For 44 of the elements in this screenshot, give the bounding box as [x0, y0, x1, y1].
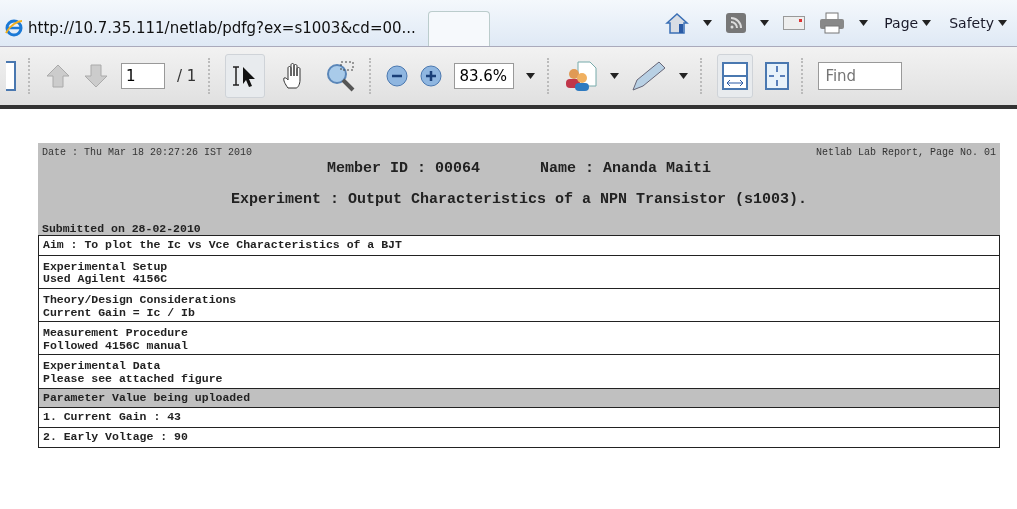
page-icon[interactable]	[6, 61, 16, 91]
home-icon[interactable]	[665, 12, 690, 34]
parameter-header: Parameter Value being uploaded	[39, 388, 999, 409]
section-body: Used Agilent 4156C	[43, 273, 169, 286]
pen-icon[interactable]	[631, 60, 668, 92]
caret-icon[interactable]	[679, 73, 689, 79]
report-page-label: Netlab Lab Report, Page No. 01	[815, 147, 996, 158]
menu-button[interactable]: Safety	[947, 13, 1009, 33]
feed-icon[interactable]	[726, 13, 747, 33]
section-body: Followed 4156C manual	[43, 339, 189, 353]
browser-tab[interactable]: http://10.7.35.111/netlab/pdfg?ex=s1003&cd=00...	[4, 10, 424, 46]
section-body: Current Gain = Ic / Ib	[43, 306, 196, 320]
caret-icon[interactable]	[859, 20, 869, 26]
fit-page-icon[interactable]	[765, 62, 790, 90]
people-document-icon[interactable]	[564, 60, 599, 92]
menu-button[interactable]: Page	[882, 13, 934, 33]
submitted-date: Submitted on 28-02-2010	[42, 222, 201, 235]
select-tool-button[interactable]	[225, 54, 266, 98]
caret-icon[interactable]	[922, 20, 932, 26]
section-heading: Theory/Design Considerations	[43, 293, 238, 307]
zoom-in-icon[interactable]	[420, 65, 443, 87]
mail-icon[interactable]	[783, 16, 806, 30]
experiment-title: Experiment : Output Characteristics of a NPN Transistor (s1003).	[230, 191, 808, 208]
page-total: / 1	[177, 67, 197, 85]
section-heading: Experimental Data	[43, 360, 162, 374]
section-heading: Measurement Procedure	[43, 327, 189, 340]
caret-icon[interactable]	[703, 20, 713, 26]
zoom-field[interactable]: 83.6%	[454, 63, 515, 89]
printer-icon[interactable]	[819, 12, 846, 34]
caret-icon[interactable]	[998, 20, 1007, 26]
caret-icon[interactable]	[526, 73, 536, 79]
zoom-out-icon[interactable]	[386, 65, 409, 87]
section-body: Please see attached figure	[43, 373, 224, 386]
find-field[interactable]: Find	[818, 62, 903, 90]
browser-logo-icon	[4, 18, 24, 38]
member-name: Name : Ananda Maiti	[540, 160, 712, 177]
section-heading: Experimental Setup	[43, 260, 169, 274]
caret-icon[interactable]	[760, 20, 770, 26]
member-id: Member ID : 00064	[326, 160, 480, 177]
report-date: Date : Thu Mar 18 20:27:26 IST 2010	[42, 147, 253, 158]
fit-width-icon	[722, 62, 749, 90]
caret-icon[interactable]	[610, 73, 620, 79]
page-number-field[interactable]: 1	[121, 63, 165, 89]
fit-width-button[interactable]	[717, 54, 754, 98]
